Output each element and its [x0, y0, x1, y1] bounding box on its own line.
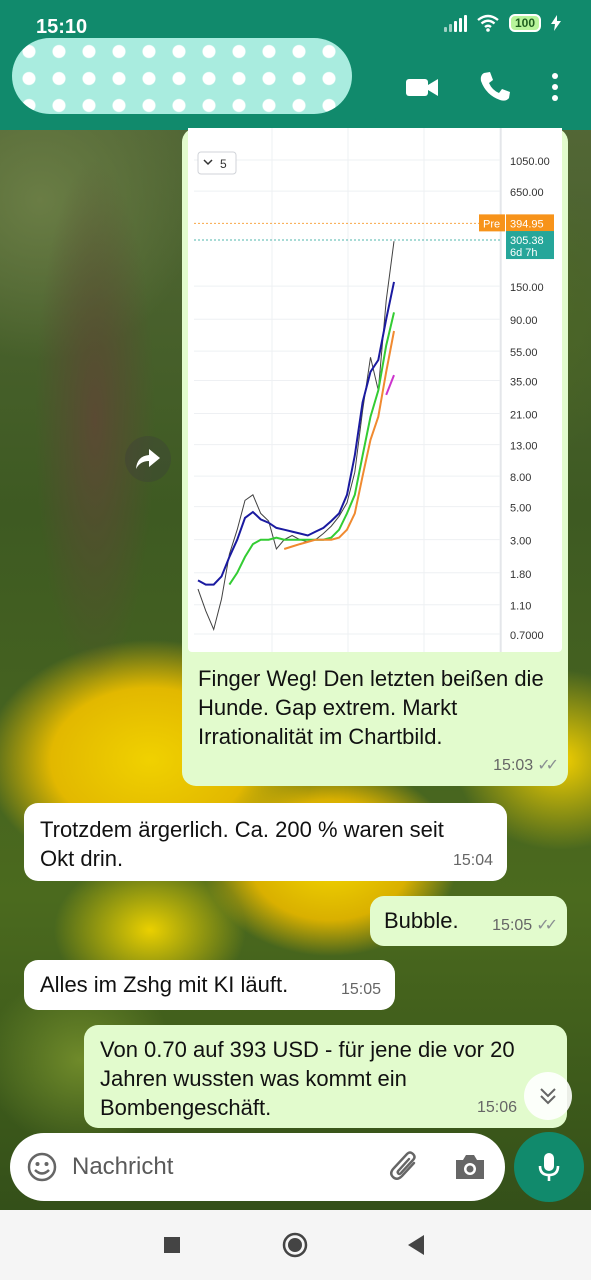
y-tick-label: 90.00 [510, 315, 538, 327]
interval-label: 5 [220, 157, 227, 171]
forward-button[interactable] [125, 436, 171, 482]
message-meta: 15:04 [453, 846, 493, 875]
charging-icon [551, 15, 561, 31]
message-meta: 15:05 [341, 975, 381, 1004]
voice-message-button[interactable] [514, 1132, 584, 1202]
message-composer[interactable]: Nachricht [10, 1133, 505, 1201]
price-series-line [385, 374, 395, 396]
forward-icon [136, 449, 160, 469]
y-tick-label: 150.00 [510, 282, 544, 294]
status-icons: 100 [443, 14, 561, 32]
y-tick-label: 21.00 [510, 410, 538, 422]
message-text: Von 0.70 auf 393 USD - für jene die vor … [100, 1037, 515, 1120]
message-time: 15:06 [476, 1099, 517, 1116]
camera-icon[interactable] [453, 1151, 487, 1183]
stock-chart-image[interactable]: 1050.00 650.00 150.00 90.00 55.00 35.00 21.00 1… [188, 128, 562, 652]
message-time: 15:04 [452, 852, 493, 869]
message-text: Finger Weg! Den letzten beißen die Hunde… [198, 666, 544, 749]
video-call-icon[interactable] [404, 70, 440, 104]
y-tick-label: 1.10 [510, 601, 531, 613]
y-tick-label: 3.00 [510, 536, 531, 548]
message-time: 15:05 [340, 981, 381, 998]
interval-selector [197, 151, 237, 175]
y-tick-label: 55.00 [510, 347, 538, 359]
message-time: 15:05 [492, 917, 533, 934]
message-text: Alles im Zshg mit KI läuft. [40, 972, 289, 997]
home-icon[interactable] [282, 1232, 308, 1258]
message-meta: 15:05 ✓✓ [492, 911, 558, 940]
status-time: 15:10 [36, 16, 88, 38]
price-tag-label: Pre [483, 218, 500, 230]
message-image-outgoing[interactable]: 1050.00 650.00 150.00 90.00 55.00 35.00 21.00 1… [182, 128, 568, 786]
y-tick-label: 8.00 [510, 472, 531, 484]
price-tag-value: 394.95 [510, 218, 544, 230]
read-receipt-icon: ✓✓ [536, 917, 558, 934]
stock-chart: 1050.00650.00150.0090.0055.0035.0021.001… [194, 128, 554, 652]
message-meta: 15:06 [477, 1093, 517, 1122]
message-meta: 15:03 ✓✓ [493, 751, 559, 780]
message-incoming[interactable]: Alles im Zshg mit KI läuft. 15:05 [24, 960, 395, 1010]
message-time: 15:03 [493, 757, 534, 774]
message-input[interactable]: Nachricht [72, 1153, 173, 1181]
microphone-icon [538, 1153, 560, 1181]
y-tick-label: 650.00 [510, 187, 544, 199]
price-tag-value: 305.38 [510, 235, 544, 247]
battery-icon: 100 [508, 14, 541, 32]
app-header: 15:10 100 [0, 0, 591, 130]
y-tick-label: 35.00 [510, 376, 538, 388]
price-tag-countdown: 6d 7h [510, 247, 538, 259]
wifi-icon [477, 14, 499, 32]
emoji-icon[interactable] [26, 1151, 58, 1183]
y-tick-label: 0.7000 [510, 630, 544, 642]
y-tick-label: 5.00 [510, 503, 531, 515]
message-outgoing[interactable]: Von 0.70 auf 393 USD - für jene die vor … [84, 1025, 567, 1128]
contact-name-redacted[interactable] [12, 38, 352, 114]
y-tick-label: 1050.00 [510, 156, 550, 168]
back-icon[interactable] [406, 1234, 426, 1256]
attachment-icon[interactable] [388, 1149, 422, 1185]
price-series-line [197, 241, 395, 632]
double-chevron-down-icon [540, 1088, 556, 1105]
message-outgoing[interactable]: Bubble. 15:05 ✓✓ [370, 896, 567, 946]
read-receipt-icon: ✓✓ [537, 757, 559, 774]
system-navigation-bar [0, 1210, 591, 1280]
y-tick-label: 1.80 [510, 569, 531, 581]
y-tick-label: 13.00 [510, 441, 538, 453]
message-incoming[interactable]: Trotzdem ärgerlich. Ca. 200 % waren seit… [24, 803, 507, 881]
phone-call-icon[interactable] [478, 70, 512, 104]
signal-icon [443, 14, 467, 32]
message-text: Trotzdem ärgerlich. Ca. 200 % waren seit… [40, 817, 444, 871]
recent-apps-icon[interactable] [163, 1236, 181, 1254]
more-options-icon[interactable] [548, 72, 562, 102]
scroll-to-bottom-button[interactable] [524, 1072, 572, 1120]
